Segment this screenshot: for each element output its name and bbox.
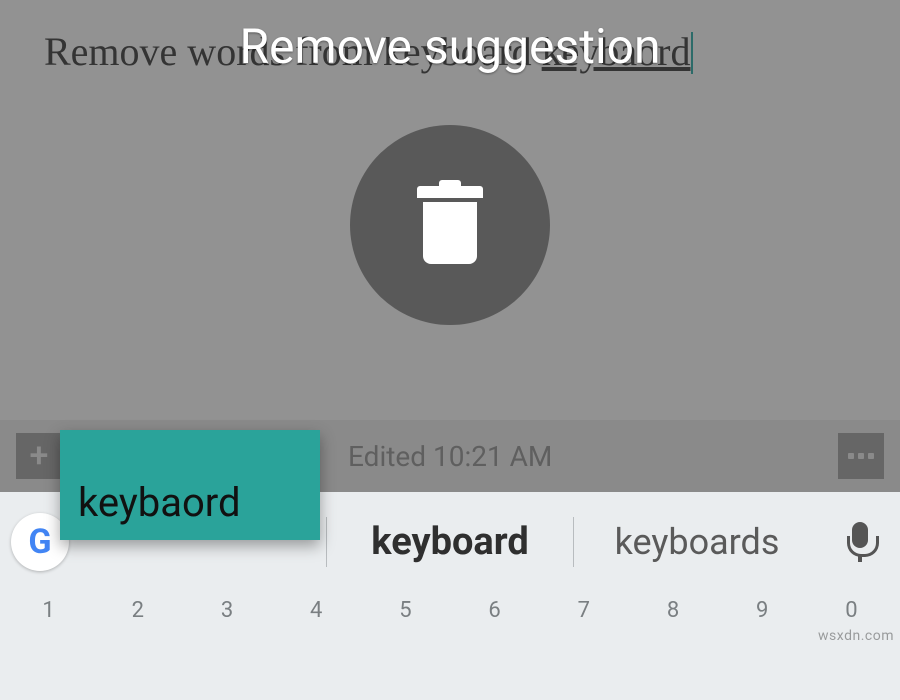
suggestion-slot-center[interactable]: keyboard [327, 492, 573, 592]
voice-input-button[interactable] [820, 492, 900, 592]
key-9[interactable]: 9 [718, 592, 807, 700]
watermark: wsxdn.com [818, 628, 894, 644]
key-5[interactable]: 5 [361, 592, 450, 700]
trash-drop-target[interactable] [350, 125, 550, 325]
suggestion-slot-right[interactable]: keyboards [574, 492, 820, 592]
key-2[interactable]: 2 [93, 592, 182, 700]
keyboard-number-row: 1 2 3 4 5 6 7 8 9 0 [0, 592, 900, 700]
remove-suggestion-overlay: Remove suggestion [0, 0, 900, 492]
trash-icon [415, 180, 485, 270]
key-0[interactable]: 0 [807, 592, 896, 700]
key-3[interactable]: 3 [182, 592, 271, 700]
key-8[interactable]: 8 [628, 592, 717, 700]
dragged-suggestion-label: keybaord [78, 479, 241, 526]
dragged-suggestion-chip[interactable]: keybaord [60, 430, 320, 540]
key-1[interactable]: 1 [4, 592, 93, 700]
mic-icon [847, 522, 873, 562]
remove-suggestion-title: Remove suggestion [239, 18, 660, 75]
key-7[interactable]: 7 [539, 592, 628, 700]
key-4[interactable]: 4 [272, 592, 361, 700]
key-6[interactable]: 6 [450, 592, 539, 700]
